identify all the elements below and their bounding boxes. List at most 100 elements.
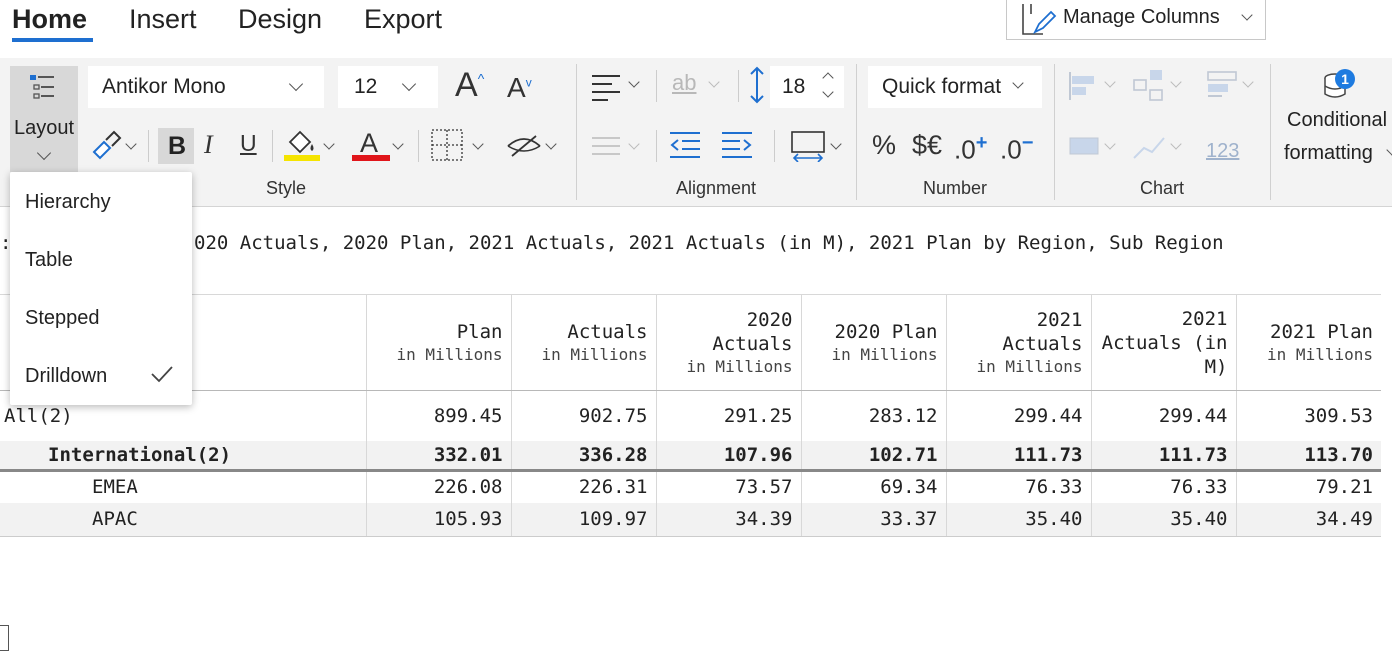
increase-indent-icon[interactable] xyxy=(720,130,754,160)
bold-button[interactable]: B xyxy=(158,128,194,164)
data-table: Plan in Millions Actuals in Millions 2020 … xyxy=(0,294,1381,651)
column-header[interactable]: 2020 Actuals in Millions xyxy=(655,294,801,391)
increase-font-icon[interactable]: A^ xyxy=(455,66,484,105)
row-height-icon xyxy=(750,66,764,104)
chevron-up-icon[interactable] xyxy=(822,72,834,84)
conditional-formatting-button[interactable]: 1 Conditional formatting xyxy=(1278,64,1392,174)
decrease-decimal-icon[interactable]: .0− xyxy=(1000,132,1033,166)
column-width-icon[interactable] xyxy=(790,130,826,162)
table-cell: 34.49 xyxy=(1235,502,1381,537)
table-cell: 34.39 xyxy=(655,502,801,537)
chevron-down-icon xyxy=(830,138,842,150)
row-height-value: 18 xyxy=(782,75,806,98)
font-size-select[interactable]: 12 xyxy=(338,66,438,108)
group-label-number: Number xyxy=(922,178,988,198)
table-cell: 226.31 xyxy=(510,470,656,503)
table-row[interactable]: All(2) 899.45 902.75 291.25 283.12 299.4… xyxy=(0,390,1381,441)
table-row[interactable]: International(2) 332.01 336.28 107.96 10… xyxy=(0,440,1381,472)
bold-icon: B xyxy=(168,132,187,160)
layout-label: Layout xyxy=(13,117,75,139)
tab-insert[interactable]: Insert xyxy=(129,4,197,35)
hide-icon[interactable] xyxy=(506,134,542,158)
underline-icon[interactable]: U xyxy=(240,130,257,157)
quick-format-button[interactable]: Quick format xyxy=(868,66,1042,108)
tab-export[interactable]: Export xyxy=(364,4,442,35)
menu-item-table[interactable]: Table xyxy=(25,249,73,272)
hierarchy-chart-icon[interactable] xyxy=(1132,68,1166,102)
menu-item-stepped[interactable]: Stepped xyxy=(25,307,100,330)
table-cell: 35.40 xyxy=(945,502,1091,537)
group-separator xyxy=(1054,64,1055,200)
italic-icon[interactable]: I xyxy=(204,130,213,160)
chevron-down-icon xyxy=(36,145,52,161)
line-chart-icon[interactable] xyxy=(1132,134,1166,162)
svg-text:1: 1 xyxy=(1341,71,1349,87)
chevron-down-icon xyxy=(392,138,404,150)
format-painter-icon[interactable] xyxy=(90,130,122,160)
tab-home[interactable]: Home xyxy=(12,4,87,35)
decrease-indent-icon[interactable] xyxy=(668,130,702,160)
table-cell: 332.01 xyxy=(365,440,511,472)
expand-icon[interactable] xyxy=(0,624,9,651)
wrap-text-icon[interactable]: ab xyxy=(672,70,696,96)
group-label-chart: Chart xyxy=(1139,178,1184,198)
chevron-down-icon xyxy=(1104,76,1116,88)
justify-icon[interactable] xyxy=(590,134,622,158)
layout-menu: Hierarchy Table Stepped Drilldown xyxy=(10,172,192,405)
column-header[interactable]: 2021 Actuals (in M) xyxy=(1090,294,1236,391)
chevron-down-icon xyxy=(125,138,137,150)
conditional-formatting-icon: 1 xyxy=(1324,69,1355,98)
data-label-icon[interactable]: 123 xyxy=(1206,140,1239,163)
table-row[interactable]: EMEA 226.08 226.31 73.57 69.34 76.33 76.… xyxy=(0,470,1381,503)
increase-decimal-icon[interactable]: .0+ xyxy=(954,132,987,166)
increase-decimal-text: .0 xyxy=(954,134,976,165)
font-color-button[interactable]: A xyxy=(352,128,390,162)
chevron-down-icon xyxy=(708,76,720,88)
bar-chart-icon[interactable] xyxy=(1068,70,1102,100)
table-cell: 107.96 xyxy=(655,440,801,472)
column-chart-icon[interactable] xyxy=(1068,134,1102,158)
column-header[interactable]: Plan in Millions xyxy=(365,294,511,391)
decrease-font-icon[interactable]: Av xyxy=(507,72,532,104)
column-header[interactable]: Actuals in Millions xyxy=(510,294,656,391)
column-header[interactable]: 2021 Plan in Millions xyxy=(1235,294,1381,391)
layout-button[interactable]: Layout xyxy=(10,66,78,172)
divider xyxy=(738,70,739,102)
menu-item-hierarchy[interactable]: Hierarchy xyxy=(25,191,111,214)
row-label: International(2) xyxy=(0,440,366,472)
align-left-icon[interactable] xyxy=(590,70,622,102)
divider xyxy=(774,130,775,162)
table-cell: 73.57 xyxy=(655,470,801,503)
currency-icon[interactable]: $€ xyxy=(912,130,942,161)
column-header[interactable]: 2020 Plan in Millions xyxy=(800,294,946,391)
chevron-down-icon xyxy=(1241,9,1253,21)
row-label: APAC xyxy=(0,502,366,537)
chevron-down-icon xyxy=(1242,76,1254,88)
percent-icon[interactable]: % xyxy=(872,130,896,161)
fill-color-icon[interactable] xyxy=(284,128,320,162)
tab-design[interactable]: Design xyxy=(238,4,322,35)
row-height-input[interactable]: 18 xyxy=(770,66,844,108)
table-cell: 902.75 xyxy=(510,390,656,441)
quick-format-label: Quick format xyxy=(882,75,1002,98)
chevron-down-icon[interactable] xyxy=(822,86,834,98)
column-header[interactable]: 2021 Actuals in Millions xyxy=(945,294,1091,391)
table-cell: 105.93 xyxy=(365,502,511,537)
group-separator xyxy=(1270,64,1271,200)
manage-columns-label: Manage Columns xyxy=(1063,6,1220,28)
font-family-value: Antikor Mono xyxy=(102,75,226,98)
chevron-down-icon xyxy=(1104,138,1116,150)
stacked-chart-icon[interactable] xyxy=(1206,70,1240,100)
manage-columns-button[interactable]: Manage Columns xyxy=(1006,0,1266,40)
table-cell: 283.12 xyxy=(800,390,946,441)
row-label: EMEA xyxy=(92,476,138,499)
borders-icon[interactable] xyxy=(430,128,464,162)
table-cell: 899.45 xyxy=(365,390,511,441)
table-cell: 76.33 xyxy=(1090,470,1236,503)
table-cell: 79.21 xyxy=(1235,470,1381,503)
table-cell: 336.28 xyxy=(510,440,656,472)
active-tab-indicator xyxy=(12,38,93,42)
menu-item-drilldown[interactable]: Drilldown xyxy=(25,365,107,388)
font-family-select[interactable]: Antikor Mono xyxy=(88,66,324,108)
table-row[interactable]: APAC 105.93 109.97 34.39 33.37 35.40 35.… xyxy=(0,502,1381,537)
